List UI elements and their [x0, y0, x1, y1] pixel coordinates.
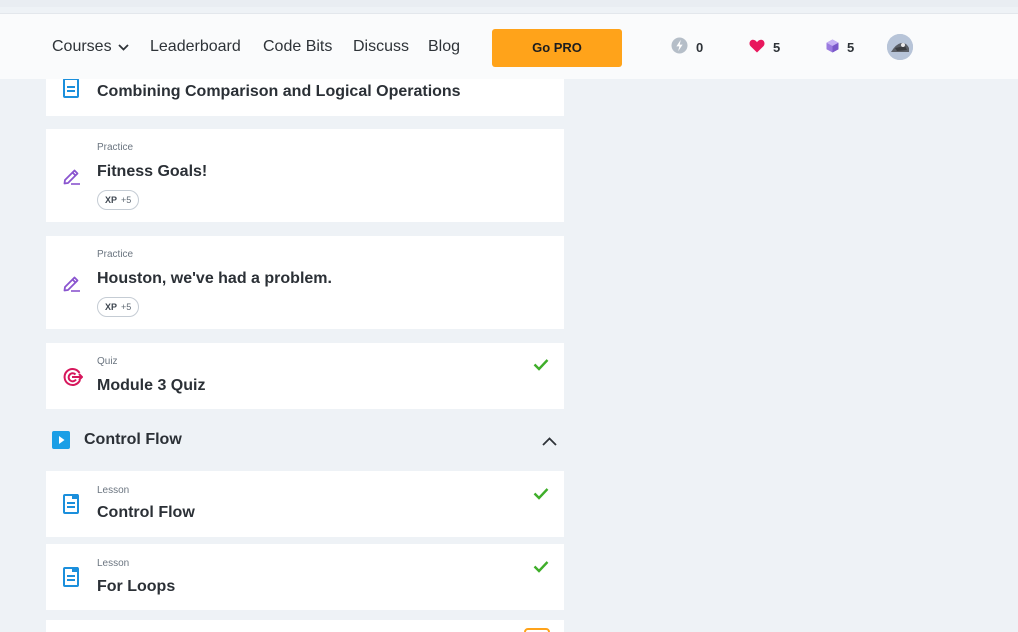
xp-label: XP: [105, 195, 118, 205]
heart-icon: [749, 39, 773, 56]
gems-stat[interactable]: 5: [826, 38, 854, 56]
lesson-icon: [63, 78, 79, 103]
card-kind-label: Lesson: [97, 558, 130, 569]
nav-blog[interactable]: Blog: [428, 14, 460, 80]
lesson-card[interactable]: Lesson For Loops: [46, 544, 564, 610]
nav-leaderboard[interactable]: Leaderboard: [150, 14, 241, 80]
practice-title: Houston, we've had a problem.: [97, 270, 332, 287]
bolt-count: 0: [696, 39, 704, 55]
chevron-down-icon: [117, 14, 129, 80]
chevron-up-icon[interactable]: [542, 433, 557, 451]
lesson-icon: [63, 494, 79, 519]
nav-courses[interactable]: Courses: [52, 14, 129, 80]
practice-title: Fitness Goals!: [97, 163, 208, 180]
xp-badge: XP +5: [97, 297, 140, 317]
xp-value: +5: [121, 195, 132, 205]
quiz-card[interactable]: Quiz Module 3 Quiz: [46, 343, 564, 409]
gem-icon: [826, 39, 847, 56]
nav-code-bits[interactable]: Code Bits: [263, 14, 332, 80]
gems-count: 5: [847, 39, 855, 55]
xp-badge: XP +5: [97, 190, 140, 210]
lesson-title: Combining Comparison and Logical Operati…: [97, 83, 461, 100]
go-pro-button[interactable]: Go PRO: [492, 29, 622, 67]
lesson-title: For Loops: [97, 578, 176, 595]
section-header-control-flow[interactable]: Control Flow: [46, 422, 564, 458]
card-kind-label: Practice: [97, 142, 134, 153]
lesson-card[interactable]: Lesson Control Flow: [46, 471, 564, 537]
completed-check-icon: [533, 358, 549, 376]
practice-pencil-icon: [63, 167, 81, 190]
top-strip: [0, 0, 1018, 7]
card-kind-label: Quiz: [97, 356, 118, 367]
practice-card[interactable]: Practice Fitness Goals! XP +5: [46, 129, 564, 222]
xp-label: XP: [105, 302, 118, 312]
lesson-title: Control Flow: [97, 504, 195, 521]
avatar[interactable]: [887, 34, 913, 60]
completed-check-icon: [533, 560, 549, 578]
top-navbar: Courses Leaderboard Code Bits Discuss Bl…: [0, 13, 1018, 79]
hearts-stat[interactable]: 5: [749, 38, 780, 56]
practice-pencil-icon: [63, 274, 81, 297]
practice-card[interactable]: Practice Houston, we've had a problem. X…: [46, 236, 564, 329]
nav-courses-label: Courses: [52, 38, 112, 56]
hearts-count: 5: [773, 39, 781, 55]
completed-check-icon: [533, 487, 549, 505]
lesson-card-partial[interactable]: [46, 620, 564, 632]
bolt-icon: [671, 37, 696, 57]
card-kind-label: Practice: [97, 249, 134, 260]
status-badge: [524, 628, 550, 632]
quiz-title: Module 3 Quiz: [97, 377, 206, 394]
xp-value: +5: [121, 302, 132, 312]
quiz-target-icon: [63, 367, 84, 392]
card-kind-label: Lesson: [97, 485, 130, 496]
lesson-icon: [63, 567, 79, 592]
section-play-icon: [52, 431, 70, 454]
nav-discuss[interactable]: Discuss: [353, 14, 409, 80]
bolt-stat[interactable]: 0: [671, 37, 704, 57]
section-title: Control Flow: [84, 431, 182, 448]
